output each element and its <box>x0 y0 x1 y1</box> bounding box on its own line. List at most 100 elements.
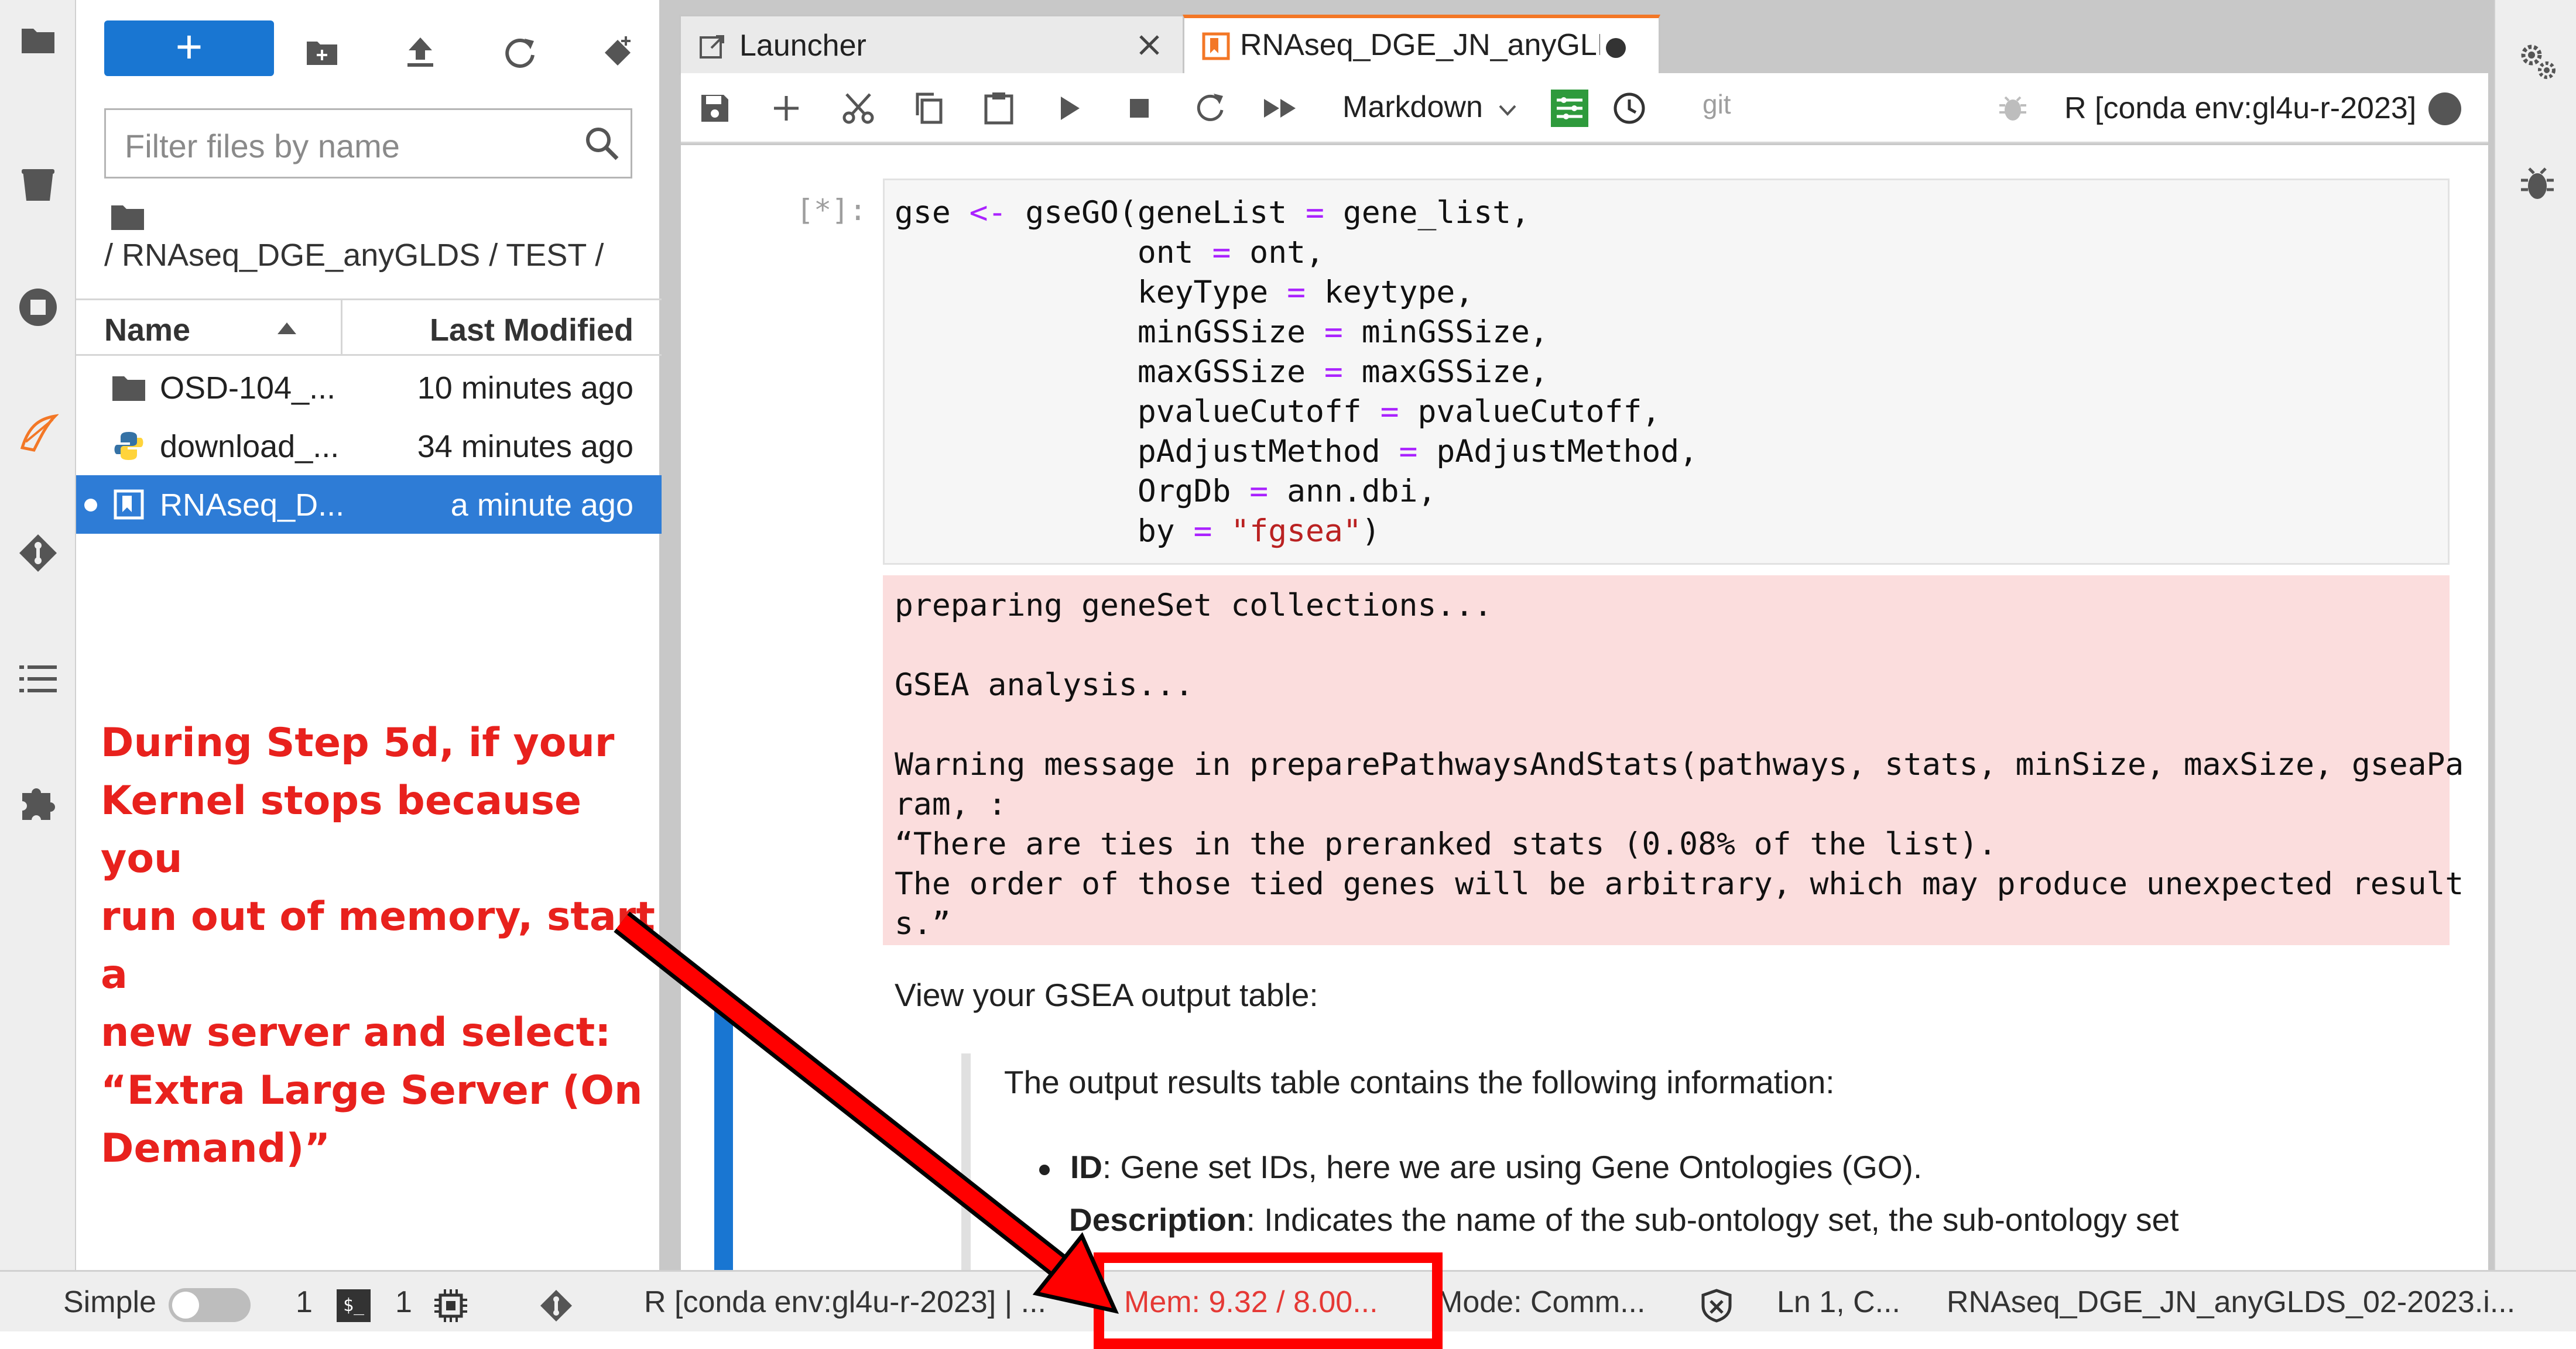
debugger-icon[interactable] <box>1991 86 2035 131</box>
property-inspector-icon[interactable] <box>1547 86 1592 131</box>
cell-prompt: [*]: <box>796 193 867 227</box>
file-modified: 10 minutes ago <box>417 370 633 406</box>
git-icon[interactable] <box>15 530 61 576</box>
notebook-icon <box>1202 32 1230 60</box>
file-row[interactable]: download_... 34 minutes ago <box>76 417 662 475</box>
activity-bar <box>0 0 76 1270</box>
unsaved-dot-icon[interactable] <box>1606 38 1626 58</box>
bullet-item: ID: Gene set IDs, here we are using Gene… <box>1070 1148 1922 1186</box>
git-status-icon[interactable] <box>539 1288 574 1323</box>
code-token: ) <box>1361 513 1381 549</box>
code-token: maxGSSize, <box>1342 354 1549 390</box>
folder-icon[interactable] <box>15 16 61 63</box>
save-icon[interactable] <box>693 86 737 131</box>
output-line: GSEA analysis... <box>895 667 1194 703</box>
code-token: ont, <box>1231 235 1324 270</box>
notebook-mode[interactable]: Mode: Comm... <box>1437 1285 1645 1320</box>
chevron-down-icon[interactable] <box>1498 104 1517 118</box>
code-token: by <box>895 513 1194 549</box>
code-token: ann.dbi, <box>1268 473 1437 509</box>
new-folder-icon[interactable] <box>299 29 345 76</box>
sort-asc-icon <box>275 319 299 337</box>
code-operator: = <box>1324 314 1343 350</box>
tab-notebook[interactable]: RNAseq_DGE_JN_anyGLDS <box>1183 15 1660 77</box>
active-cell-indicator[interactable] <box>714 1007 733 1270</box>
callout-line: new server and select: <box>101 1010 611 1056</box>
fast-forward-icon[interactable] <box>1258 86 1302 131</box>
name-column-header[interactable]: Name <box>104 312 190 348</box>
upload-icon[interactable] <box>397 29 444 76</box>
clock-icon[interactable] <box>1607 86 1652 131</box>
code-string: "fgsea" <box>1231 513 1362 549</box>
refresh-icon[interactable] <box>496 29 543 76</box>
code-editor[interactable]: gse <- gseGO(geneList = gene_list, ont =… <box>895 193 1698 551</box>
stop-icon[interactable] <box>1117 86 1162 131</box>
markdown-text: View your GSEA output table: <box>895 977 1318 1013</box>
code-token: gse <box>895 195 970 231</box>
git-button[interactable]: git <box>1703 88 1731 120</box>
debugger-bug-icon[interactable] <box>2520 164 2555 202</box>
status-filename: RNAseq_DGE_JN_anyGLDS_02-2023.i... <box>1947 1285 2516 1319</box>
code-operator: = <box>1399 434 1418 469</box>
trusted-shield-icon[interactable] <box>1700 1288 1734 1323</box>
kernel-name[interactable]: R [conda env:gl4u-r-2023] <box>2064 91 2416 126</box>
restart-icon[interactable] <box>1187 86 1232 131</box>
code-token: OrgDb <box>895 473 1250 509</box>
callout-line: Kernel stops because you <box>101 778 582 882</box>
callout-line: “Extra Large Server (On <box>101 1067 643 1114</box>
breadcrumb[interactable]: / RNAseq_DGE_anyGLDS / TEST / <box>104 237 604 273</box>
paste-icon[interactable] <box>977 86 1021 131</box>
add-cell-icon[interactable] <box>764 86 809 131</box>
terminal-icon[interactable]: $_ <box>337 1289 371 1322</box>
toggle-knob <box>172 1292 199 1319</box>
cursor-position[interactable]: Ln 1, C... <box>1777 1285 1900 1320</box>
list-icon[interactable] <box>15 655 61 702</box>
code-operator: = <box>1193 513 1212 549</box>
filter-files-input[interactable] <box>124 122 571 170</box>
code-token: keytype, <box>1306 274 1474 310</box>
code-operator: = <box>1324 354 1343 390</box>
code-token: ont <box>895 235 1212 270</box>
git-clone-icon[interactable] <box>594 29 641 76</box>
tab-launcher[interactable]: Launcher <box>679 15 1186 75</box>
new-launcher-button[interactable]: + <box>104 20 274 76</box>
file-list-header: Name Last Modified <box>76 298 662 356</box>
trash-icon[interactable] <box>15 161 61 208</box>
kernel-chip-icon[interactable] <box>433 1288 468 1323</box>
file-row[interactable]: OSD-104_... 10 minutes ago <box>76 358 662 417</box>
output-line: Warning message in preparePathwaysAndSta… <box>895 747 2464 782</box>
tab-label: Launcher <box>739 29 866 63</box>
output-line: ram, : <box>895 787 1007 822</box>
kernel-status-text[interactable]: R [conda env:gl4u-r-2023] | ... <box>644 1285 1046 1320</box>
code-token: gseGO(geneList <box>1006 195 1306 231</box>
callout-line: Demand)” <box>101 1125 331 1172</box>
code-token: pAdjustMethod <box>895 434 1399 469</box>
file-modified: a minute ago <box>450 488 633 523</box>
modified-column-header[interactable]: Last Modified <box>430 312 633 348</box>
notebook-icon <box>110 486 148 523</box>
code-operator: = <box>1306 195 1324 231</box>
code-operator: = <box>1212 235 1231 270</box>
file-name: RNAseq_D... <box>160 488 345 523</box>
terminals-count[interactable]: 1 <box>296 1285 313 1320</box>
desc-text: : Indicates the name of the sub-ontology… <box>1246 1202 2179 1238</box>
home-folder-icon[interactable] <box>110 202 145 231</box>
code-token: gene_list, <box>1324 195 1530 231</box>
stop-circle-icon[interactable] <box>15 284 61 331</box>
cut-icon[interactable] <box>836 86 881 131</box>
property-inspector-gears-icon[interactable] <box>2517 41 2558 82</box>
file-row-selected[interactable]: RNAseq_D... a minute ago <box>76 475 662 534</box>
bullet-dot <box>1039 1165 1050 1175</box>
kernel-logo-icon[interactable] <box>15 410 61 456</box>
cell-type-select[interactable]: Markdown <box>1342 90 1483 125</box>
description-item: Description: Indicates the name of the s… <box>1069 1201 2179 1238</box>
copy-icon[interactable] <box>906 86 951 131</box>
kernels-count[interactable]: 1 <box>395 1285 412 1320</box>
run-icon[interactable] <box>1047 86 1091 131</box>
output-line: preparing geneSet collections... <box>895 588 1493 623</box>
kernel-status-icon <box>2428 92 2461 125</box>
close-icon[interactable] <box>1135 30 1164 60</box>
simple-mode-toggle[interactable] <box>169 1288 251 1322</box>
puzzle-icon[interactable] <box>15 778 61 825</box>
code-cell[interactable]: gse <- gseGO(geneList = gene_list, ont =… <box>883 179 2450 565</box>
